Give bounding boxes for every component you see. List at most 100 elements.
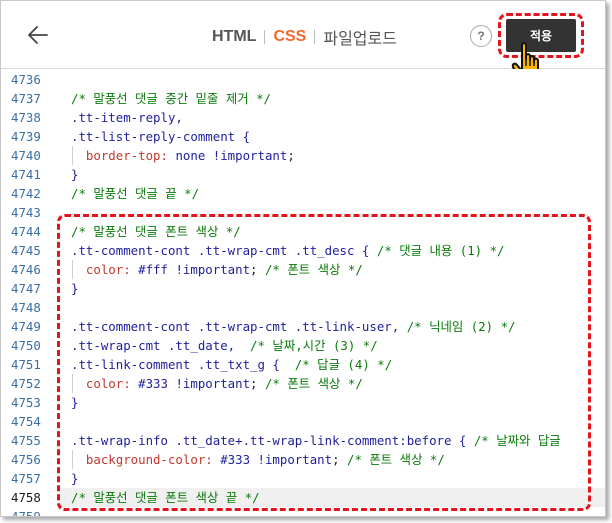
line-number: 4754: [11, 414, 41, 429]
code-text: }: [71, 279, 78, 298]
line-number: 4753: [11, 395, 41, 410]
code-token: /* 닉네임 (2) */: [406, 319, 516, 334]
code-line[interactable]: 4740 border-top: none !important;: [1, 146, 605, 165]
line-number: 4741: [11, 167, 41, 182]
code-token: ;: [250, 376, 265, 391]
code-token: /* 날짜,시간 (3) */: [250, 338, 378, 353]
code-text: border-top: none !important;: [71, 146, 295, 165]
code-line[interactable]: 4759: [1, 507, 605, 516]
code-text: }: [71, 469, 78, 488]
line-number: 4748: [11, 300, 41, 315]
code-token: background-color:: [71, 452, 221, 467]
indent-guide: [72, 374, 73, 393]
code-token: /* 댓글 내용 (1) */: [376, 243, 505, 258]
code-token: .tt-item-reply,: [71, 110, 183, 125]
line-number: 4743: [11, 205, 41, 220]
line-number: 4757: [11, 471, 41, 486]
code-line[interactable]: 4741}: [1, 165, 605, 184]
code-text: .tt-wrap-cmt .tt_date, /* 날짜,시간 (3) */: [71, 336, 378, 355]
code-line[interactable]: 4756 background-color: #333 !important; …: [1, 450, 605, 469]
code-text: .tt-list-reply-comment {: [71, 127, 250, 146]
code-line[interactable]: 4739 .tt-list-reply-comment {: [1, 127, 605, 146]
code-token: .tt-comment-cont .tt-wrap-cmt .tt_desc {: [71, 243, 377, 258]
help-icon[interactable]: ?: [470, 25, 492, 47]
code-line[interactable]: 4743: [1, 203, 605, 222]
line-number: 4738: [11, 110, 41, 125]
code-token: .tt-list-reply-comment {: [71, 129, 251, 144]
code-line[interactable]: 4749 .tt-comment-cont .tt-wrap-cmt .tt-li…: [1, 317, 605, 336]
code-token: #333 !important: [138, 376, 251, 391]
code-line[interactable]: 4744 /* 말풍선 댓글 폰트 색상 */: [1, 222, 605, 241]
code-line[interactable]: 4748: [1, 298, 605, 317]
code-token: /* 답글 (4) */: [294, 357, 393, 372]
code-line[interactable]: 4738 .tt-item-reply,: [1, 108, 605, 127]
tab-css[interactable]: CSS: [273, 28, 306, 46]
code-text: /* 말풍선 댓글 끝 */: [71, 184, 199, 203]
code-text: }: [71, 393, 78, 412]
code-token: ;: [332, 452, 348, 467]
code-text: .tt-wrap-info .tt_date+.tt-wrap-link-com…: [71, 431, 561, 450]
code-token: .tt-link-comment .tt_txt_g {: [71, 357, 295, 372]
code-line[interactable]: 4746 color: #fff !important; /* 폰트 색상 */: [1, 260, 605, 279]
code-token: /* 폰트 색상 */: [347, 452, 445, 467]
line-number: 4737: [11, 91, 41, 106]
line-number: 4756: [11, 452, 41, 467]
code-text: .tt-comment-cont .tt-wrap-cmt .tt-link-u…: [71, 317, 516, 336]
code-token: ;: [250, 262, 265, 277]
code-line[interactable]: 4753}: [1, 393, 605, 412]
editor-toolbar: HTML CSS 파일업로드 ? 적용: [1, 1, 605, 82]
code-text: /* 말풍선 댓글 중간 밑줄 제거 */: [71, 89, 271, 108]
code-line[interactable]: 4758 /* 말풍선 댓글 폰트 색상 끝 */: [1, 488, 605, 507]
code-text: color: #fff !important; /* 폰트 색상 */: [71, 260, 363, 279]
line-number: 4746: [11, 262, 41, 277]
code-line[interactable]: 4742 /* 말풍선 댓글 끝 */: [1, 184, 605, 203]
code-token: ;: [287, 148, 295, 163]
code-token: .tt-wrap-info .tt_date+.tt-wrap-link-com…: [71, 433, 474, 448]
code-text: .tt-comment-cont .tt-wrap-cmt .tt_desc {…: [71, 241, 505, 260]
tab-divider: [314, 30, 316, 44]
code-token: color:: [71, 376, 139, 391]
code-token: }: [71, 395, 79, 410]
editor-tabs: HTML CSS 파일업로드: [212, 25, 397, 49]
line-number: 4745: [11, 243, 41, 258]
tab-html[interactable]: HTML: [212, 28, 256, 46]
code-token: /* 말풍선 댓글 중간 밑줄 제거 */: [71, 91, 271, 106]
code-line[interactable]: 4750 .tt-wrap-cmt .tt_date, /* 날짜,시간 (3) …: [1, 336, 605, 355]
code-text: .tt-link-comment .tt_txt_g { /* 답글 (4) *…: [71, 355, 392, 374]
line-number: 4750: [11, 338, 41, 353]
css-editor-window: HTML CSS 파일업로드 ? 적용 4736 4737 /* 말풍선 댓글 중간…: [0, 0, 606, 517]
back-arrow-icon[interactable]: [25, 21, 53, 49]
code-editor[interactable]: 4736 4737 /* 말풍선 댓글 중간 밑줄 제거 */ 4738 .tt-ite…: [1, 69, 605, 516]
code-line[interactable]: 4752 color: #333 !important; /* 폰트 색상 */: [1, 374, 605, 393]
code-token: }: [71, 167, 79, 182]
code-line[interactable]: 4747}: [1, 279, 605, 298]
line-number: 4740: [11, 148, 41, 163]
code-token: /* 말풍선 댓글 끝 */: [71, 186, 200, 201]
line-number: 4744: [11, 224, 41, 239]
line-number: 4742: [11, 186, 41, 201]
code-line[interactable]: 4736: [1, 70, 605, 89]
tab-file-upload[interactable]: 파일업로드: [323, 25, 397, 49]
line-number: 4747: [11, 281, 41, 296]
code-text: color: #333 !important; /* 폰트 색상 */: [71, 374, 363, 393]
code-line[interactable]: 4737 /* 말풍선 댓글 중간 밑줄 제거 */: [1, 89, 605, 108]
code-line[interactable]: 4755 .tt-wrap-info .tt_date+.tt-wrap-link…: [1, 431, 605, 450]
code-token: /* 날짜와 답글: [473, 433, 561, 448]
code-token: #333 !important: [220, 452, 333, 467]
line-number: 4749: [11, 319, 41, 334]
line-number: 4736: [11, 72, 41, 87]
code-line[interactable]: 4754: [1, 412, 605, 431]
line-number: 4755: [11, 433, 41, 448]
code-text: background-color: #333 !important; /* 폰트…: [71, 450, 445, 469]
indent-guide: [72, 450, 73, 469]
code-text: /* 말풍선 댓글 폰트 색상 끝 */: [71, 488, 260, 507]
code-token: none !important: [175, 148, 288, 163]
code-line[interactable]: 4751 .tt-link-comment .tt_txt_g { /* 답글 (…: [1, 355, 605, 374]
code-line[interactable]: 4745 .tt-comment-cont .tt-wrap-cmt .tt_de…: [1, 241, 605, 260]
line-number: 4739: [11, 129, 41, 144]
line-number: 4752: [11, 376, 41, 391]
code-token: .tt-wrap-cmt .tt_date,: [71, 338, 251, 353]
line-number: 4759: [11, 507, 51, 516]
code-line[interactable]: 4757}: [1, 469, 605, 488]
code-token: /* 말풍선 댓글 폰트 색상 */: [71, 224, 241, 239]
